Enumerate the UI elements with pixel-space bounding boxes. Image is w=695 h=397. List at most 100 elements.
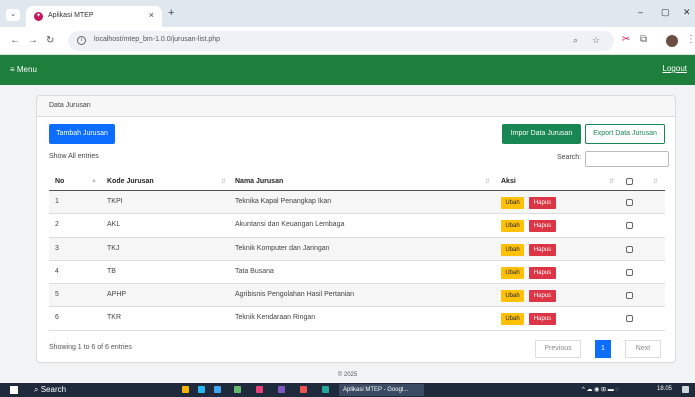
sort-icon[interactable]: ⇵ [609, 178, 614, 185]
extensions-puzzle-icon[interactable]: ⧉ [640, 34, 647, 45]
reload-icon[interactable]: ↻ [46, 35, 54, 46]
hapus-button[interactable]: Hapus [529, 243, 556, 256]
app-icon[interactable] [322, 386, 329, 393]
notification-icon[interactable] [682, 386, 689, 393]
app-icon[interactable] [300, 386, 307, 393]
data-jurusan-card: Data Jurusan Tambah Jurusan Impor Data J… [36, 95, 676, 363]
hapus-button[interactable]: Hapus [529, 197, 556, 209]
show-entries-select[interactable]: Show All entries [49, 153, 99, 160]
minimize-icon[interactable]: – [638, 7, 643, 17]
logout-link[interactable]: Logout [663, 64, 687, 73]
cell-nama: Akuntansi dan Keuangan Lembaga [235, 221, 345, 229]
new-tab-button[interactable]: + [168, 7, 174, 19]
hapus-button[interactable]: Hapus [529, 220, 556, 233]
row-checkbox[interactable] [626, 315, 633, 323]
back-icon[interactable]: ← [10, 35, 20, 46]
cell-kode: TKR [107, 314, 121, 322]
taskbar-search[interactable]: ⌕ Search [34, 385, 66, 395]
cell-no: 1 [55, 198, 59, 205]
table-row: 1 TKPI Teknika Kapal Penangkap Ikan Ubah… [49, 191, 665, 215]
sort-icon[interactable]: ⇵ [485, 178, 490, 185]
sort-icon[interactable]: ⇵ [221, 178, 226, 185]
close-window-icon[interactable]: ✕ [683, 7, 691, 18]
ubah-button[interactable]: Ubah [501, 197, 524, 209]
edge-icon[interactable] [198, 386, 205, 393]
pagination-info: Showing 1 to 6 of 6 entries [49, 344, 132, 351]
cell-nama: Tata Busana [235, 267, 274, 275]
row-checkbox[interactable] [626, 245, 633, 253]
card-title: Data Jurusan [49, 102, 91, 109]
app-icon[interactable] [256, 386, 263, 393]
export-button[interactable]: Export Data Jurusan [585, 124, 665, 144]
previous-page-button[interactable]: Previous [535, 340, 581, 358]
import-button[interactable]: Impor Data Jurusan [502, 124, 581, 144]
windows-start-icon[interactable] [10, 386, 18, 394]
taskbar-chrome-app[interactable]: Aplikasi MTEP - Googl... [339, 384, 424, 396]
header-kode[interactable]: Kode Jurusan [107, 178, 154, 185]
browser-menu-icon[interactable]: ⋮ [686, 34, 695, 45]
url-text[interactable]: localhost/mtep_bm-1.0.0/jurusan-list.php [94, 36, 220, 43]
tab-search-button[interactable]: ⌄ [6, 9, 20, 21]
row-checkbox[interactable] [626, 292, 633, 300]
page-1-button[interactable]: 1 [595, 340, 611, 358]
header-aksi[interactable]: Aksi [501, 178, 516, 185]
site-info-icon[interactable]: i [77, 36, 86, 45]
search-input[interactable] [585, 151, 669, 167]
table-header: No ▲ Kode Jurusan ⇵ Nama Jurusan ⇵ Aksi … [49, 173, 665, 191]
cell-kode: AKL [107, 221, 121, 229]
card-header: Data Jurusan [37, 96, 675, 117]
taskbar-clock[interactable]: 18.05 [657, 386, 672, 392]
select-all-checkbox[interactable] [626, 178, 633, 185]
windows-taskbar: ⌕ Search Aplikasi MTEP - Googl... ^ ☁ ◉ … [0, 383, 695, 397]
header-nama[interactable]: Nama Jurusan [235, 178, 283, 185]
page-footer: © 2025 [337, 372, 358, 378]
row-checkbox[interactable] [626, 268, 633, 276]
ubah-button[interactable]: Ubah [501, 266, 524, 279]
row-checkbox[interactable] [626, 199, 633, 206]
sort-icon[interactable]: ▲ [91, 178, 97, 184]
file-explorer-icon[interactable] [182, 386, 189, 393]
browser-toolbar: ← → ↻ i localhost/mtep_bm-1.0.0/jurusan-… [0, 27, 695, 55]
maximize-icon[interactable]: ▢ [661, 7, 670, 18]
jurusan-table: No ▲ Kode Jurusan ⇵ Nama Jurusan ⇵ Aksi … [49, 173, 665, 331]
ubah-button[interactable]: Ubah [501, 290, 524, 303]
favicon-icon: ✦ [34, 12, 43, 21]
header-no[interactable]: No [55, 178, 64, 185]
table-row: 5 APHP Agribisnis Pengolahan Hasil Perta… [49, 284, 665, 308]
cell-kode: TKPI [107, 198, 123, 205]
ubah-button[interactable]: Ubah [501, 220, 524, 233]
app-icon[interactable] [278, 386, 285, 393]
cell-nama: Teknik Komputer dan Jaringan [235, 244, 330, 252]
app-icon[interactable] [234, 386, 241, 393]
cell-kode: APHP [107, 291, 127, 299]
cell-kode: TB [107, 267, 116, 275]
add-jurusan-button[interactable]: Tambah Jurusan [49, 124, 115, 144]
extension-icon[interactable]: ✂ [622, 34, 630, 45]
table-row: 3 TKJ Teknik Komputer dan Jaringan Ubah … [49, 237, 665, 261]
zoom-icon[interactable]: ⌕ [573, 35, 578, 46]
cell-kode: TKJ [107, 244, 120, 252]
hapus-button[interactable]: Hapus [529, 290, 556, 303]
ubah-button[interactable]: Ubah [501, 313, 524, 326]
store-icon[interactable] [214, 386, 221, 393]
cell-no: 3 [55, 244, 59, 252]
cell-no: 6 [55, 314, 59, 322]
tab-title: Aplikasi MTEP [48, 12, 94, 19]
bookmark-star-icon[interactable]: ☆ [592, 35, 600, 46]
browser-tab[interactable]: ✦ Aplikasi MTEP × [26, 6, 162, 27]
menu-toggle[interactable]: ≡ Menu [10, 65, 37, 74]
system-tray-icons[interactable]: ^ ☁ ◉ ⊞ ▬ ◌ [582, 386, 619, 393]
profile-avatar[interactable] [666, 35, 678, 47]
cell-nama: Teknika Kapal Penangkap Ikan [235, 198, 332, 205]
sort-icon[interactable]: ⇵ [653, 178, 658, 185]
next-page-button[interactable]: Next [625, 340, 661, 358]
forward-icon[interactable]: → [28, 35, 38, 46]
taskbar-search-label: Search [40, 385, 67, 394]
address-bar[interactable]: i localhost/mtep_bm-1.0.0/jurusan-list.p… [68, 31, 614, 51]
table-row: 4 TB Tata Busana Ubah Hapus [49, 261, 665, 285]
tab-close-icon[interactable]: × [149, 10, 154, 20]
hapus-button[interactable]: Hapus [529, 313, 556, 326]
hapus-button[interactable]: Hapus [529, 266, 556, 279]
row-checkbox[interactable] [626, 222, 633, 230]
ubah-button[interactable]: Ubah [501, 243, 524, 256]
